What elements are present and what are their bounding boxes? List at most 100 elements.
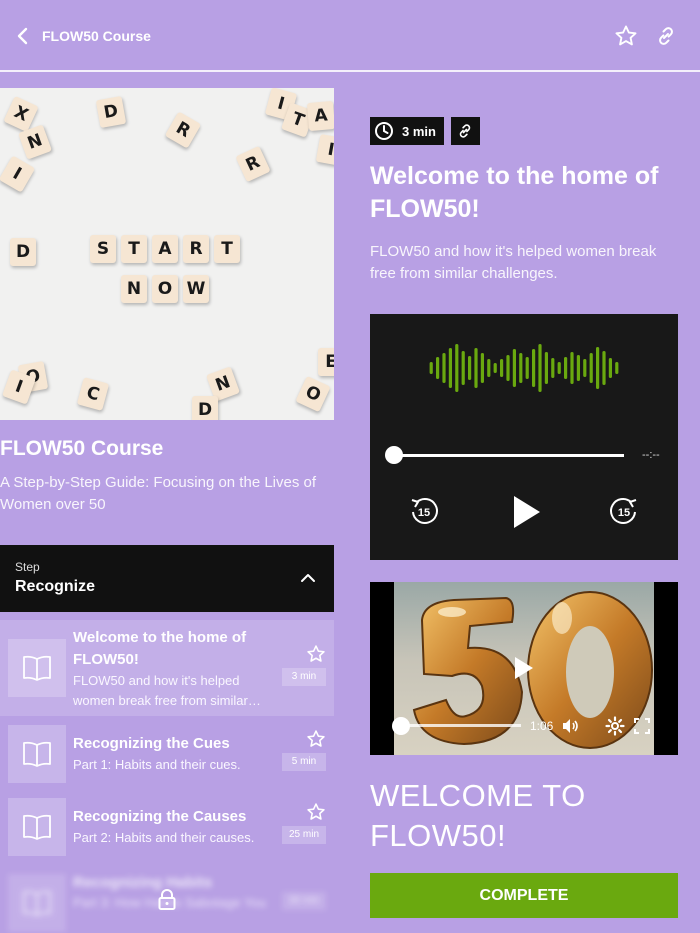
star-icon[interactable] (306, 729, 326, 749)
lesson-duration-badge: 25 min (282, 826, 326, 844)
waveform-bar (576, 355, 580, 381)
waveform-bar (570, 352, 574, 384)
video-player[interactable]: 1:06 (370, 582, 678, 755)
clock-icon (375, 122, 393, 140)
lesson-item-locked[interactable]: Recognizing Habits Part 3: How Habits Sa… (0, 872, 334, 933)
step-accordion-header[interactable]: Step Recognize (0, 545, 334, 612)
lesson-heading: Welcome to the home of FLOW50! (370, 162, 659, 223)
waveform-bar (448, 348, 452, 388)
lesson-summary: FLOW50 and how it's helped women break f… (370, 243, 657, 282)
letter-tile: E (318, 348, 334, 376)
waveform-bar (487, 359, 491, 377)
settings-gear-icon[interactable] (605, 716, 625, 736)
link-icon[interactable] (654, 24, 678, 48)
waveform-bar (583, 359, 587, 377)
lesson-duration-badge: 3 min (282, 668, 326, 686)
letter-tile: W (183, 275, 209, 303)
letter-tile: S (90, 235, 116, 263)
letter-tile: T (121, 235, 147, 263)
waveform-bar (493, 363, 497, 373)
lesson-duration-badge: 5 min (282, 753, 326, 771)
star-icon[interactable] (306, 644, 326, 664)
letter-tile: I (0, 155, 36, 193)
top-bar: FLOW50 Course (0, 0, 700, 72)
letter-tile: A (152, 235, 178, 263)
play-button[interactable] (512, 495, 542, 529)
audio-progress-track[interactable] (394, 454, 624, 457)
waveform-bar (602, 351, 606, 385)
lesson-item[interactable]: Welcome to the home of FLOW50! FLOW50 an… (0, 620, 334, 716)
video-scrubber[interactable] (392, 717, 410, 735)
play-icon (515, 657, 533, 679)
forward-icon: 15 (610, 497, 637, 524)
course-hero-image: STARTNOWDITAXNRRIIDOICNDOE (0, 88, 334, 420)
waveform-bar (532, 349, 536, 387)
lesson-item[interactable]: Recognizing the Causes Part 2: Habits an… (0, 797, 334, 863)
rewind-15-button[interactable]: 15 (408, 495, 440, 527)
waveform-bar (480, 353, 484, 383)
letter-tile: R (164, 111, 202, 149)
duration-badge: 3 min (370, 117, 444, 145)
book-icon (8, 798, 66, 856)
play-icon (514, 496, 540, 528)
waveform-bar (538, 344, 542, 392)
copy-link-button[interactable] (450, 117, 480, 145)
waveform-bar (596, 347, 600, 389)
letter-tile: N (121, 275, 147, 303)
lesson-item[interactable]: Recognizing the Cues Part 1: Habits and … (0, 724, 334, 790)
letter-tile: R (235, 145, 271, 183)
lesson-title: Recognizing the Causes (73, 808, 247, 825)
waveform-bar (500, 359, 504, 377)
audio-scrubber[interactable] (385, 446, 403, 464)
video-progress-track[interactable] (401, 724, 521, 727)
waveform-bar (589, 353, 593, 383)
letter-tile: C (76, 377, 110, 411)
chevron-left-icon (17, 27, 28, 45)
course-subtitle: A Step-by-Step Guide: Focusing on the Li… (0, 474, 317, 513)
waveform-bar (442, 353, 446, 383)
link-icon (460, 124, 471, 138)
waveform-bar (455, 344, 459, 392)
course-breadcrumb: FLOW50 Course (42, 28, 151, 44)
waveform-bar (429, 362, 433, 374)
book-icon (8, 874, 66, 932)
letter-tile: D (10, 238, 36, 266)
waveform-bar (615, 362, 619, 374)
star-icon[interactable] (614, 24, 638, 48)
letter-tile: T (214, 235, 240, 263)
waveform-bar (608, 358, 612, 378)
forward-15-button[interactable]: 15 (608, 495, 640, 527)
waveform-bar (436, 357, 440, 379)
lesson-description: Part 1: Habits and their cues. (73, 757, 241, 772)
rewind-seconds: 15 (418, 507, 430, 519)
volume-icon[interactable] (560, 716, 580, 736)
letter-tile: O (295, 375, 331, 413)
waveform-bar (557, 362, 561, 374)
lesson-description: Part 2: Habits and their causes. (73, 830, 255, 845)
waveform-bar (544, 352, 548, 384)
audio-time: --:-- (642, 449, 660, 461)
fullscreen-icon[interactable] (632, 716, 652, 736)
audio-player: --:-- 15 15 (370, 314, 678, 560)
back-button[interactable]: FLOW50 Course (14, 24, 151, 48)
video-play-button[interactable] (514, 656, 534, 685)
waveform-bar (474, 348, 478, 388)
letter-tile: A (306, 100, 334, 132)
lesson-description: FLOW50 and how it's helped women break f… (73, 673, 261, 708)
step-name: Recognize (15, 578, 96, 595)
letter-tile: O (152, 275, 178, 303)
course-title: FLOW50 Course (0, 437, 164, 460)
duration-text: 3 min (402, 123, 436, 139)
waveform-bar (461, 351, 465, 385)
complete-button[interactable]: COMPLETE (370, 873, 678, 918)
step-label: Step (15, 560, 40, 574)
star-icon[interactable] (306, 802, 326, 822)
letter-tile: D (95, 95, 127, 129)
lock-icon (158, 889, 176, 910)
waveform-bar (564, 357, 568, 379)
waveform-bar (551, 358, 555, 378)
video-time: 1:06 (530, 719, 554, 733)
lesson-duration-badge: 30 min (282, 892, 326, 910)
letter-tile: R (183, 235, 209, 263)
waveform-bar (468, 356, 472, 380)
